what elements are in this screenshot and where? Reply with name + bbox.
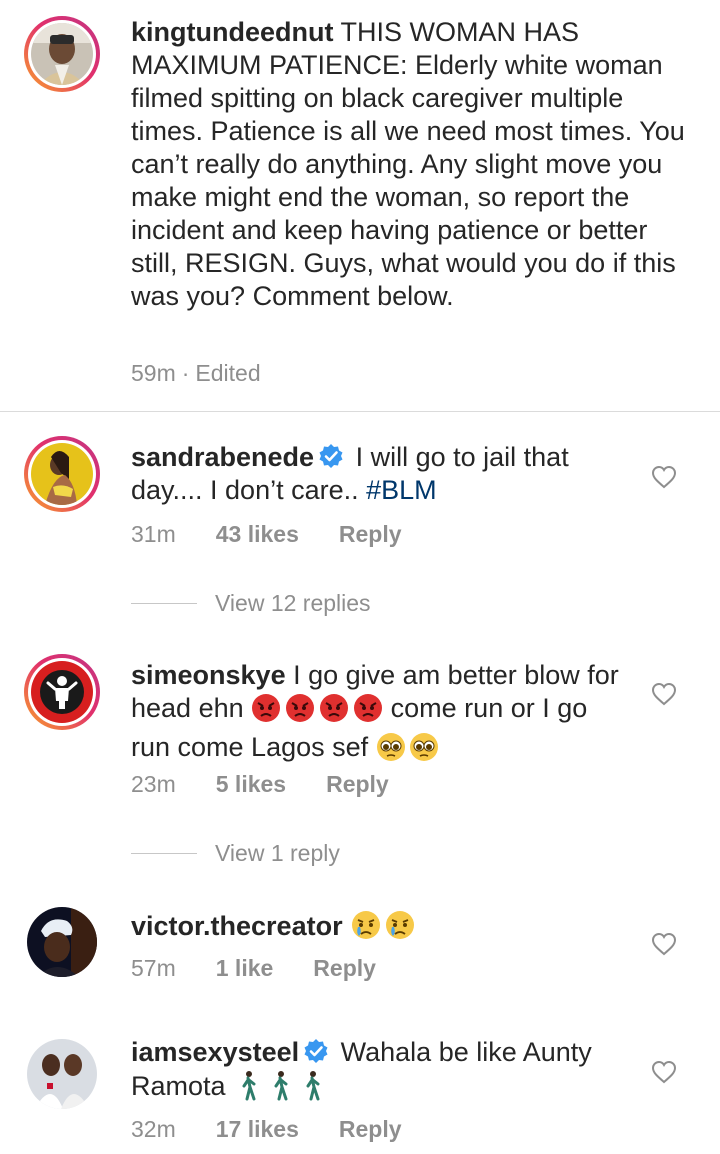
walking-person-emoji	[233, 1069, 329, 1109]
comment-text: iamsexysteel Wahala be like Aunty Ramota	[131, 1036, 631, 1109]
caption-meta: 59m · Edited	[131, 360, 261, 387]
caption-body: THIS WOMAN HAS MAXIMUM PATIENCE: Elderly…	[131, 17, 685, 311]
caption-text: kingtundeednut THIS WOMAN HAS MAXIMUM PA…	[131, 16, 701, 313]
reply-button[interactable]: Reply	[313, 955, 376, 982]
caption-divider	[0, 411, 720, 412]
caption-username[interactable]: kingtundeednut	[131, 17, 333, 47]
replies-line	[131, 603, 197, 604]
comment-avatar[interactable]	[24, 436, 100, 512]
comment-time: 23m	[131, 771, 176, 797]
likes-count[interactable]: 43 likes	[216, 521, 299, 548]
avatar-image	[31, 23, 93, 85]
caption-edited: Edited	[195, 360, 261, 386]
heart-outline-icon[interactable]	[651, 932, 677, 956]
view-replies-button[interactable]: View 1 reply	[131, 840, 340, 867]
comment-time: 32m	[131, 1116, 176, 1142]
comment-meta: 32m 17 likes Reply	[131, 1116, 402, 1143]
comment-avatar[interactable]	[24, 1036, 100, 1112]
caption-time: 59m	[131, 360, 176, 386]
comment-text: victor.thecreator	[131, 909, 631, 949]
likes-count[interactable]: 1 like	[216, 955, 274, 982]
comment-meta: 23m 5 likes Reply	[131, 771, 389, 798]
comment-avatar[interactable]	[24, 904, 100, 980]
verified-badge-icon	[319, 444, 343, 468]
likes-count[interactable]: 17 likes	[216, 1116, 299, 1143]
caption-avatar[interactable]	[24, 16, 100, 92]
comment-username[interactable]: iamsexysteel	[131, 1037, 299, 1067]
heart-outline-icon[interactable]	[651, 682, 677, 706]
meta-separator: ·	[181, 360, 190, 386]
avatar-image	[31, 661, 93, 723]
comment-meta: 57m 1 like Reply	[131, 955, 376, 982]
avatar-image	[27, 1039, 97, 1109]
pleading-face-emoji	[376, 732, 440, 770]
hashtag-link[interactable]: #BLM	[366, 475, 437, 505]
comment-text: simeonskye I go give am better blow for …	[131, 659, 631, 770]
view-replies-label: View 1 reply	[215, 840, 340, 866]
reply-button[interactable]: Reply	[339, 1116, 402, 1143]
reply-button[interactable]: Reply	[326, 771, 389, 798]
comment-time: 31m	[131, 521, 176, 547]
heart-outline-icon[interactable]	[651, 465, 677, 489]
verified-badge-icon	[304, 1039, 328, 1063]
heart-outline-icon[interactable]	[651, 1060, 677, 1084]
comment-meta: 31m 43 likes Reply	[131, 521, 402, 548]
likes-count[interactable]: 5 likes	[216, 771, 286, 798]
avatar-image	[27, 907, 97, 977]
comment-text: sandrabenede I will go to jail that day.…	[131, 441, 631, 507]
angry-face-emoji	[251, 693, 383, 731]
view-replies-label: View 12 replies	[215, 590, 371, 616]
comment-avatar[interactable]	[24, 654, 100, 730]
crying-face-emoji	[350, 909, 418, 949]
avatar-image	[31, 443, 93, 505]
view-replies-button[interactable]: View 12 replies	[131, 590, 371, 617]
comment-username[interactable]: simeonskye	[131, 660, 286, 690]
comment-username[interactable]: victor.thecreator	[131, 911, 343, 941]
comment-username[interactable]: sandrabenede	[131, 442, 314, 472]
replies-line	[131, 853, 197, 854]
reply-button[interactable]: Reply	[339, 521, 402, 548]
comment-time: 57m	[131, 955, 176, 981]
